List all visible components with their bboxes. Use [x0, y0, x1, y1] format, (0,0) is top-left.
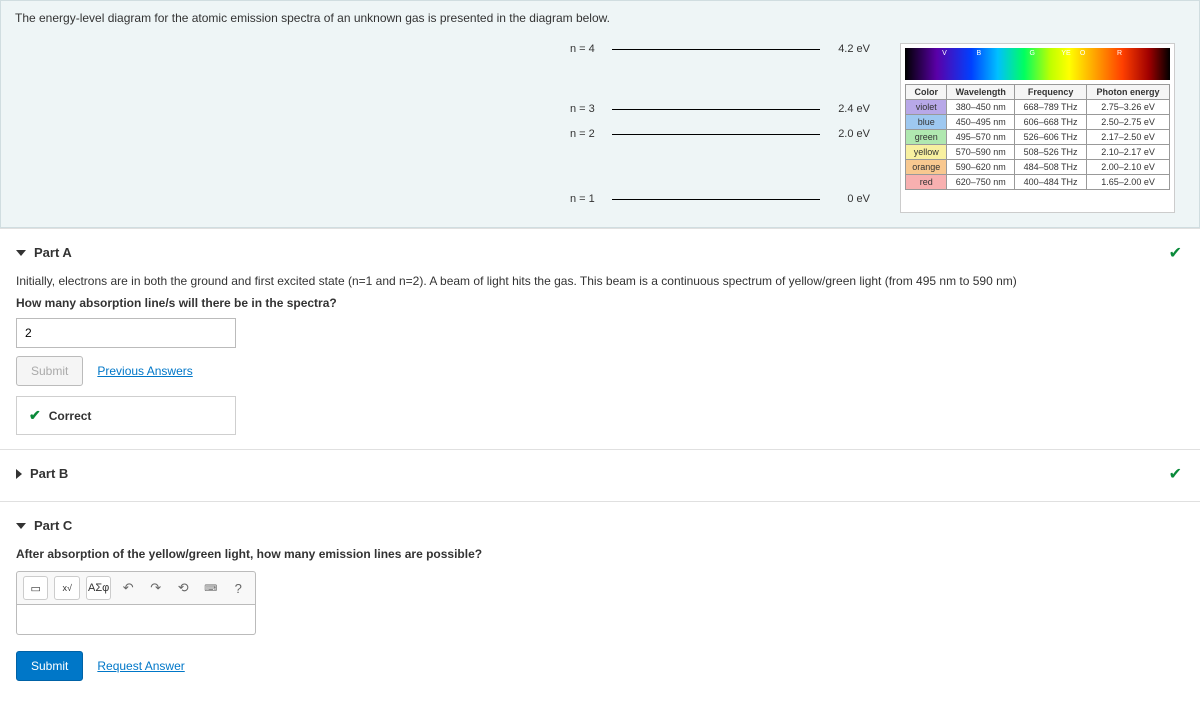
undo-icon[interactable]: ↶	[117, 577, 139, 599]
fraction-icon[interactable]: x√	[54, 576, 79, 600]
energy-level-diagram: n = 4 4.2 eV n = 3 2.4 eV n = 2 2.0 eV n = …	[570, 43, 870, 213]
formula-toolbar: ▭ x√ ΑΣφ ↶ ↷ ⟲ ⌨ ?	[16, 571, 256, 605]
part-b-header[interactable]: Part B	[16, 460, 1184, 487]
level-label: n = 2	[570, 128, 612, 140]
redo-icon[interactable]: ↷	[145, 577, 167, 599]
correct-feedback: ✔ Correct	[16, 396, 236, 435]
part-c-question: After absorption of the yellow/green lig…	[16, 547, 1184, 561]
part-a-answer-input[interactable]	[16, 318, 236, 348]
level-label: n = 4	[570, 43, 612, 55]
level-energy: 4.2 eV	[820, 43, 870, 55]
level-energy: 0 eV	[820, 193, 870, 205]
level-label: n = 1	[570, 193, 612, 205]
spectrum-reference: V B G YE O R Color Wavelength Frequency …	[900, 43, 1175, 213]
visible-spectrum-bar: V B G YE O R	[905, 48, 1170, 80]
submit-button[interactable]: Submit	[16, 356, 83, 386]
part-c-answer-input[interactable]	[16, 605, 256, 635]
level-energy: 2.4 eV	[820, 103, 870, 115]
submit-button[interactable]: Submit	[16, 651, 83, 681]
previous-answers-link[interactable]: Previous Answers	[97, 364, 192, 378]
check-icon: ✔	[29, 407, 41, 424]
part-c: Part C After absorption of the yellow/gr…	[0, 501, 1200, 701]
part-a-question-2: How many absorption line/s will there be…	[16, 296, 1184, 310]
help-icon[interactable]: ?	[227, 577, 249, 599]
part-b-title: Part B	[30, 466, 68, 481]
keyboard-icon[interactable]: ⌨	[200, 577, 222, 599]
caret-down-icon	[16, 250, 26, 256]
part-c-title: Part C	[34, 518, 72, 533]
intro-text: The energy-level diagram for the atomic …	[15, 11, 1185, 25]
request-answer-link[interactable]: Request Answer	[97, 659, 184, 673]
level-energy: 2.0 eV	[820, 128, 870, 140]
correct-label: Correct	[49, 409, 92, 423]
greek-symbols-button[interactable]: ΑΣφ	[86, 576, 111, 600]
check-icon: ✔	[1169, 243, 1182, 263]
question-intro: The energy-level diagram for the atomic …	[0, 0, 1200, 228]
color-table: Color Wavelength Frequency Photon energy…	[905, 84, 1170, 190]
caret-down-icon	[16, 523, 26, 529]
reset-icon[interactable]: ⟲	[172, 577, 194, 599]
part-a: Part A ✔ Initially, electrons are in bot…	[0, 228, 1200, 449]
part-b: Part B ✔	[0, 449, 1200, 501]
template-icon[interactable]: ▭	[23, 576, 48, 600]
part-a-question-1: Initially, electrons are in both the gro…	[16, 274, 1184, 288]
caret-right-icon	[16, 469, 22, 479]
level-label: n = 3	[570, 103, 612, 115]
check-icon: ✔	[1169, 464, 1182, 484]
part-c-header[interactable]: Part C	[16, 512, 1184, 539]
part-a-title: Part A	[34, 245, 72, 260]
part-a-header[interactable]: Part A	[16, 239, 1184, 266]
